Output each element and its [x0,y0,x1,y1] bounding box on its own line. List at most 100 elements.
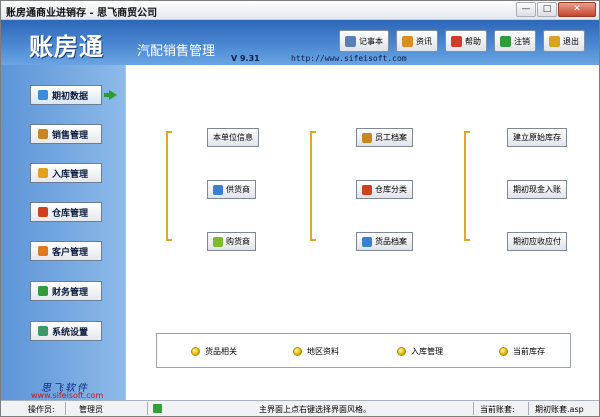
minimize-button[interactable]: — [516,2,536,17]
operator-value: 管理员 [79,405,103,414]
notepad-button[interactable]: 记事本 [339,30,389,52]
quick-link-stock-in[interactable]: 入库管理 [397,346,443,357]
initial-receivable-button[interactable]: 期初应收应付 [507,232,567,251]
website-label: http://www.sifeisoft.com [291,54,407,63]
status-bar: 操作员: 管理员 主界面上点右键选择界面风格。 当前账套: 期初账套.asp [1,400,599,416]
brand-url[interactable]: www.sifeisoft.com [31,391,103,400]
button-label: 员工档案 [375,133,407,142]
sidebar-item-sales[interactable]: 销售管理 [30,124,102,144]
help-button[interactable]: 帮助 [445,30,487,52]
buyer-icon [213,236,223,247]
customer-icon [38,246,48,256]
sidebar-item-stock-in[interactable]: 入库管理 [30,163,102,183]
sidebar-item-label: 销售管理 [52,130,89,141]
bullet-icon [499,347,508,356]
main-panel: 本单位信息 供货商 购货商 员工档案 仓库分类 货品档案 建立原始库存 期初现金… [125,65,599,400]
warehouse-icon [38,207,48,217]
status-hint: 主界面上点右键选择界面风格。 [259,405,371,414]
status-divider [65,402,66,415]
initial-stock-button[interactable]: 建立原始库存 [507,128,567,147]
app-header: 账房通 汽配销售管理 V 9.31 http://www.sifeisoft.c… [1,20,599,65]
window-controls: — □ ✕ [515,2,596,17]
button-label: 仓库分类 [375,185,407,194]
quick-link-current-stock[interactable]: 当前库存 [499,346,545,357]
sidebar-item-label: 入库管理 [52,169,89,180]
button-label: 建立原始库存 [513,133,561,142]
sidebar-item-label: 客户管理 [52,247,89,258]
group-bracket [166,131,172,241]
category-icon [362,184,372,195]
title-bar: 账房通商业进销存 - 思飞商贸公司 — □ ✕ [1,1,599,20]
status-divider [528,402,529,415]
sidebar-item-label: 仓库管理 [52,208,89,219]
app-window: 账房通商业进销存 - 思飞商贸公司 — □ ✕ 账房通 汽配销售管理 V 9.3… [0,0,600,417]
toolbar-label: 退出 [563,36,579,46]
app-subtitle: 汽配销售管理 [137,44,216,59]
toolbar: 记事本 资讯 帮助 注销 退出 [332,30,585,52]
button-label: 本单位信息 [213,133,253,142]
button-label: 货品档案 [375,237,407,246]
goods-records-button[interactable]: 货品档案 [356,232,413,251]
sidebar-item-warehouse[interactable]: 仓库管理 [30,202,102,222]
quick-link-label: 当前库存 [513,347,545,356]
toolbar-label: 记事本 [359,36,383,46]
help-icon [451,35,462,47]
warehouse-category-button[interactable]: 仓库分类 [356,180,413,199]
button-label: 期初应收应付 [513,237,561,246]
sidebar-item-label: 财务管理 [52,287,89,298]
quick-link-label: 货品相关 [205,347,237,356]
account-label: 当前账套: [480,405,515,414]
maximize-button[interactable]: □ [537,2,557,17]
logout-button[interactable]: 注销 [494,30,536,52]
buyer-button[interactable]: 购货商 [207,232,256,251]
exit-icon [549,35,560,47]
quick-link-region[interactable]: 地区资料 [293,346,339,357]
quick-links-box: 货品相关 地区资料 入库管理 当前库存 [156,333,571,368]
button-label: 期初现金入账 [513,185,561,194]
sidebar-item-label: 系统设置 [52,327,89,338]
sidebar-item-customer[interactable]: 客户管理 [30,241,102,261]
status-divider [473,402,474,415]
toolbar-label: 注销 [514,36,530,46]
stock-in-icon [38,168,48,178]
app-logo: 账房通 [29,32,104,61]
initial-data-icon [38,90,48,100]
version-label: V 9.31 [231,54,260,63]
button-label: 供货商 [226,185,250,194]
quick-link-goods[interactable]: 货品相关 [191,346,237,357]
quick-link-label: 地区资料 [307,347,339,356]
supplier-icon [213,184,223,195]
account-value: 期初账套.asp [535,405,584,414]
employee-records-button[interactable]: 员工档案 [356,128,413,147]
initial-cash-button[interactable]: 期初现金入账 [507,180,567,199]
quick-link-label: 入库管理 [411,347,443,356]
bullet-icon [293,347,302,356]
goods-icon [362,236,372,247]
sidebar-item-settings[interactable]: 系统设置 [30,321,102,341]
group-bracket [464,131,470,241]
bullet-icon [397,347,406,356]
hint-icon [153,404,162,413]
news-button[interactable]: 资讯 [396,30,438,52]
finance-icon [38,286,48,296]
active-arrow-icon [104,90,117,100]
toolbar-label: 资讯 [416,36,432,46]
news-icon [402,35,413,47]
sidebar-item-initial-data[interactable]: 期初数据 [30,85,102,105]
close-button[interactable]: ✕ [558,2,596,17]
supplier-button[interactable]: 供货商 [207,180,256,199]
operator-label: 操作员: [28,405,55,414]
sidebar: 期初数据 销售管理 入库管理 仓库管理 客户管理 财务管理 系统设置 思飞软件 … [1,65,125,400]
company-info-button[interactable]: 本单位信息 [207,128,259,147]
status-divider [147,402,148,415]
exit-button[interactable]: 退出 [543,30,585,52]
logout-icon [500,35,511,47]
group-bracket [310,131,316,241]
sales-icon [38,129,48,139]
sidebar-item-finance[interactable]: 财务管理 [30,281,102,301]
employee-icon [362,132,372,143]
sidebar-item-label: 期初数据 [52,91,89,102]
notepad-icon [345,35,356,47]
window-title: 账房通商业进销存 - 思飞商贸公司 [6,8,158,19]
bullet-icon [191,347,200,356]
